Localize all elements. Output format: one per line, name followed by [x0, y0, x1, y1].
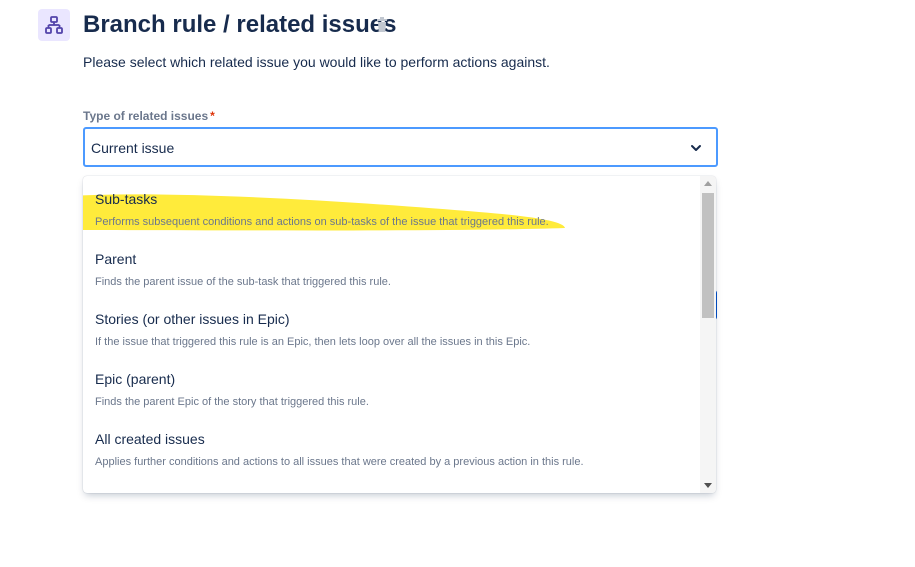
dropdown-scrollbar[interactable] — [700, 176, 716, 493]
select-value: Current issue — [91, 140, 175, 156]
scrollbar-thumb[interactable] — [702, 193, 714, 318]
dropdown-option-list: Sub-tasks Performs subsequent conditions… — [83, 176, 700, 493]
option-parent[interactable]: Parent Finds the parent issue of the sub… — [83, 236, 700, 296]
page-title: Branch rule / related issues — [83, 11, 397, 38]
scroll-up-arrow-icon[interactable] — [704, 181, 712, 186]
option-description: Applies further conditions and actions t… — [95, 456, 584, 468]
option-epic-parent[interactable]: Epic (parent) Finds the parent Epic of t… — [83, 356, 700, 416]
branch-rule-page: Branch rule / related issues Please sele… — [0, 0, 915, 567]
option-description: Finds the parent Epic of the story that … — [95, 396, 369, 408]
option-title: Parent — [95, 251, 137, 267]
option-description: If the issue that triggered this rule is… — [95, 336, 531, 348]
option-description: Performs subsequent conditions and actio… — [95, 216, 549, 228]
page-description: Please select which related issue you wo… — [83, 54, 550, 70]
trash-icon[interactable] — [376, 17, 388, 33]
option-title: Epic (parent) — [95, 371, 176, 387]
option-sub-tasks[interactable]: Sub-tasks Performs subsequent conditions… — [83, 176, 700, 236]
option-title: Sub-tasks — [95, 191, 158, 207]
option-all-created-issues[interactable]: All created issues Applies further condi… — [83, 416, 700, 476]
option-title: All created issues — [95, 431, 205, 447]
option-title: Stories (or other issues in Epic) — [95, 311, 290, 327]
related-issues-dropdown-menu: Sub-tasks Performs subsequent conditions… — [83, 176, 716, 493]
branch-hierarchy-icon — [38, 9, 70, 41]
field-label-text: Type of related issues — [83, 109, 209, 123]
chevron-down-icon[interactable] — [690, 142, 702, 154]
required-marker: * — [210, 109, 215, 123]
option-description: Finds the parent issue of the sub-task t… — [95, 276, 391, 288]
scroll-down-arrow-icon[interactable] — [704, 483, 712, 488]
option-stories-in-epic[interactable]: Stories (or other issues in Epic) If the… — [83, 296, 700, 356]
related-issues-select[interactable]: Current issue — [83, 127, 718, 167]
field-label: Type of related issues * — [83, 108, 215, 124]
